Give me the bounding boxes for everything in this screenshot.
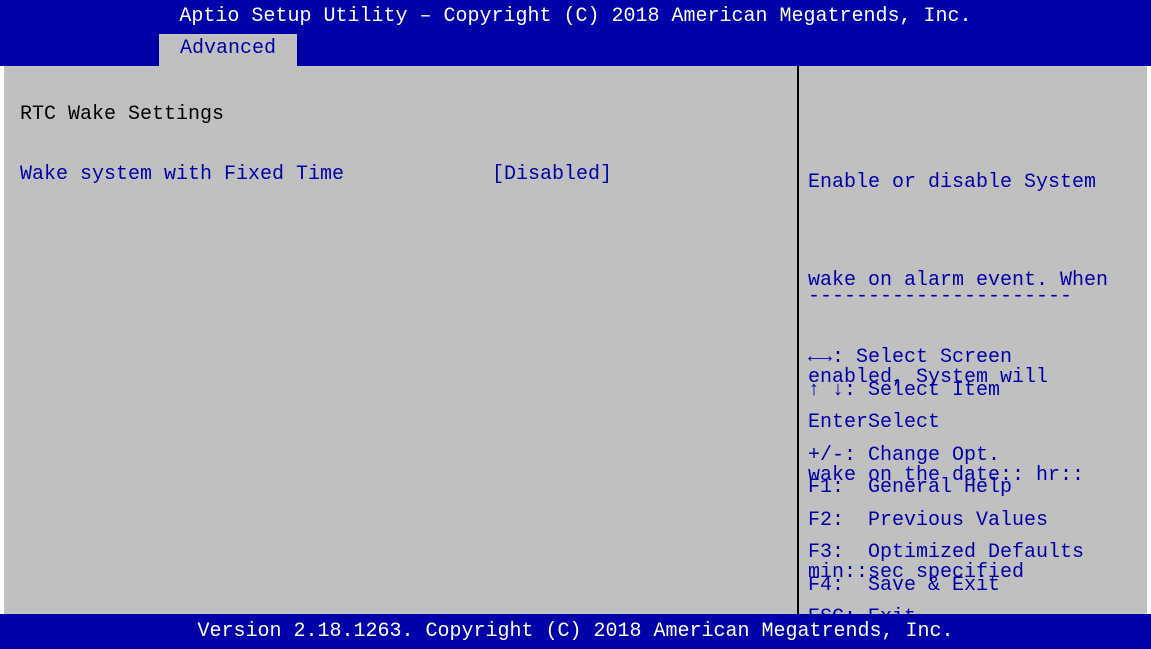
settings-pane: RTC Wake Settings Wake system with Fixed… (4, 66, 797, 614)
right-border (1147, 66, 1151, 614)
help-line: Enable or disable System (808, 171, 1097, 194)
tab-bar: Advanced (0, 34, 1151, 66)
setting-row-wake-fixed-time[interactable]: Wake system with Fixed Time [Disabled] (20, 162, 780, 188)
key-general-help: F1: General Help (808, 476, 1013, 499)
key-select-screen: ←→: Select Screen (808, 346, 1013, 369)
key-enter-select: EnterSelect (808, 411, 941, 434)
key-select-item: ↑ ↓: Select Item (808, 378, 1001, 402)
help-separator: ---------------------- (808, 285, 1073, 308)
key-previous-values: F2: Previous Values (808, 508, 1049, 532)
bios-setup-screen: Aptio Setup Utility – Copyright (C) 2018… (0, 0, 1151, 649)
key-change-opt: +/-: Change Opt. (808, 443, 1001, 467)
setting-label: Wake system with Fixed Time (20, 163, 345, 186)
key-optimized-defaults: F3: Optimized Defaults (808, 541, 1085, 564)
version-bar: Version 2.18.1263. Copyright (C) 2018 Am… (0, 614, 1151, 649)
pane-divider (797, 66, 799, 614)
help-pane: Enable or disable System wake on alarm e… (808, 66, 1147, 629)
tab-advanced[interactable]: Advanced (159, 34, 297, 66)
key-save-exit: F4: Save & Exit (808, 573, 1001, 597)
section-heading: RTC Wake Settings (20, 103, 225, 126)
title-bar: Aptio Setup Utility – Copyright (C) 2018… (0, 0, 1151, 34)
key-legend: ←→: Select Screen ↑ ↓: Select Item Enter… (808, 342, 1147, 635)
setting-value[interactable]: [Disabled] (492, 162, 612, 188)
